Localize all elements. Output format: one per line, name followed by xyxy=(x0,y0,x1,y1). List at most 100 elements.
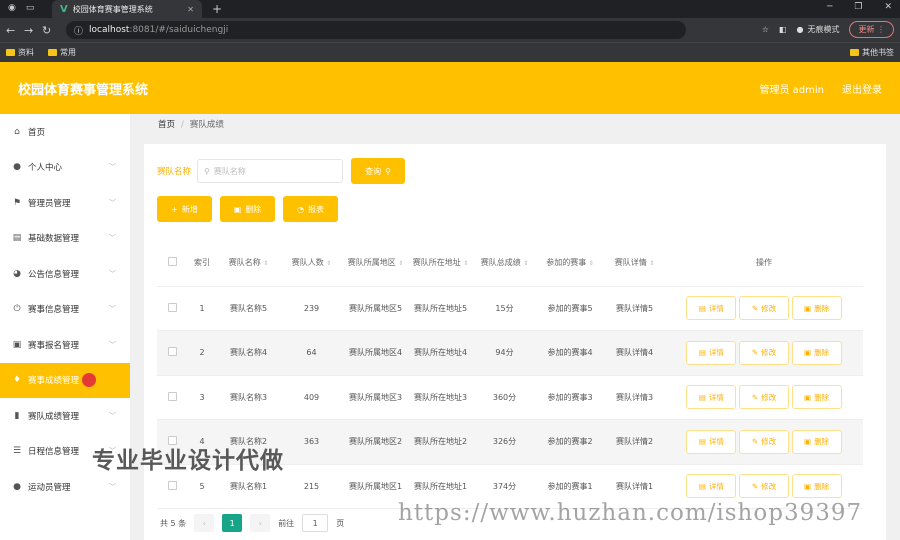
header-name[interactable]: 赛队名称 ⇕ xyxy=(217,240,280,287)
cell-detail: 赛队详情2 xyxy=(604,419,665,465)
sidebar-item-admins[interactable]: ⚑ 管理员管理 ﹀ xyxy=(0,185,130,221)
logout-link[interactable]: 退出登录 xyxy=(842,81,882,96)
new-tab-icon[interactable]: + xyxy=(212,2,222,16)
header-address-label: 赛队所在地址 xyxy=(412,258,461,268)
header-count[interactable]: 赛队人数 ⇕ xyxy=(280,240,343,287)
header-region[interactable]: 赛队所属地区 ⇕ xyxy=(343,240,408,287)
sidebar-item-base-data[interactable]: ▤ 基础数据管理 ﹀ xyxy=(0,221,130,257)
detail-button[interactable]: ▤ 详情 xyxy=(686,385,737,410)
edit-button[interactable]: ✎ 修改 xyxy=(739,474,789,499)
sidebar-item-team-scores[interactable]: ▮ 赛队成绩管理 ﹀ xyxy=(0,398,130,434)
select-all-checkbox[interactable] xyxy=(167,257,177,267)
browser-menu-icon[interactable]: ◉ xyxy=(8,3,16,13)
browser-tab[interactable]: V 校园体育赛事管理系统 ✕ xyxy=(52,0,202,18)
forward-icon[interactable]: → xyxy=(24,24,42,37)
sort-icon[interactable]: ⇕ xyxy=(326,260,331,267)
add-button[interactable]: + 新增 xyxy=(157,196,212,222)
detail-label: 详情 xyxy=(709,348,724,358)
app-title: 校园体育赛事管理系统 xyxy=(18,82,149,98)
page-jump-input[interactable]: 1 xyxy=(302,514,329,532)
url-path: :8081/#/saiduichengji xyxy=(129,25,229,35)
prev-page-button[interactable]: ‹ xyxy=(194,514,215,532)
back-icon[interactable]: ← xyxy=(6,24,24,37)
sidebar-item-event-scores[interactable]: ♦ 赛事成绩管理 xyxy=(0,362,130,398)
row-delete-button[interactable]: ▣ 删除 xyxy=(791,429,842,454)
breadcrumb-home[interactable]: 首页 xyxy=(158,120,175,130)
detail-button[interactable]: ▤ 详情 xyxy=(686,296,737,321)
cell-event: 参加的赛事2 xyxy=(536,419,604,465)
row-select-cell xyxy=(157,286,187,331)
header-address[interactable]: 赛队所在地址 ⇕ xyxy=(408,240,473,287)
close-window-icon[interactable]: ✕ xyxy=(884,2,892,12)
bookmark-star-icon[interactable]: ☆ xyxy=(762,25,769,34)
row-delete-button[interactable]: ▣ 删除 xyxy=(791,474,842,499)
pagination-total: 共 5 条 xyxy=(160,518,187,528)
header-ops: 操作 xyxy=(665,240,863,287)
sidebar-item-profile[interactable]: ● 个人中心 ﹀ xyxy=(0,150,130,186)
cell-event: 参加的赛事3 xyxy=(536,375,604,420)
incognito-indicator[interactable]: ● 无痕模式 xyxy=(796,24,839,35)
sort-icon[interactable]: ⇕ xyxy=(398,260,403,267)
sort-icon[interactable]: ⇕ xyxy=(463,260,468,267)
row-checkbox[interactable] xyxy=(167,347,177,357)
sort-icon[interactable]: ⇕ xyxy=(523,260,528,267)
folder-icon xyxy=(6,49,15,56)
sort-icon[interactable]: ⇕ xyxy=(589,260,594,267)
header-detail[interactable]: 赛队详情 ⇕ xyxy=(604,240,665,287)
detail-button[interactable]: ▤ 详情 xyxy=(686,474,737,499)
row-checkbox[interactable] xyxy=(167,480,177,490)
detail-button[interactable]: ▤ 详情 xyxy=(686,429,737,454)
restore-icon[interactable]: ❐ xyxy=(854,2,862,12)
team-name-search-input[interactable]: ⚲ 赛队名称 xyxy=(197,159,344,183)
row-checkbox[interactable] xyxy=(167,302,177,312)
row-checkbox[interactable] xyxy=(167,391,177,401)
pie-chart-icon: ◔ xyxy=(297,204,304,214)
content-panel: 赛队名称 ⚲ 赛队名称 查询 ⚲ + 新增 ▣ 删除 ◔ 报表 索引 赛队名称 ⇕ 赛队人… xyxy=(144,144,886,540)
side-panel-icon[interactable]: ◧ xyxy=(779,25,787,34)
edit-button[interactable]: ✎ 修改 xyxy=(739,296,789,321)
sort-icon[interactable]: ⇕ xyxy=(263,260,268,267)
cell-count: 64 xyxy=(280,330,343,376)
minimize-icon[interactable]: ─ xyxy=(827,2,832,12)
detail-icon: ▤ xyxy=(698,348,706,358)
row-delete-button[interactable]: ▣ 删除 xyxy=(791,385,842,410)
notice-icon: ◕ xyxy=(13,268,21,279)
cell-index: 3 xyxy=(187,375,217,420)
bookmark-label: 资料 xyxy=(18,48,34,57)
data-icon: ▤ xyxy=(12,233,22,244)
chevron-down-icon: ﹀ xyxy=(109,340,116,349)
chevron-down-icon: ﹀ xyxy=(109,163,116,172)
edit-button[interactable]: ✎ 修改 xyxy=(739,340,789,365)
url-field[interactable]: ⓘ localhost:8081/#/saiduichengji xyxy=(66,21,686,39)
reload-icon[interactable]: ↻ xyxy=(42,24,60,37)
page-number-button[interactable]: 1 xyxy=(222,514,243,532)
header-event[interactable]: 参加的赛事 ⇕ xyxy=(536,240,604,287)
header-score[interactable]: 赛队总成绩 ⇕ xyxy=(473,240,536,287)
sidebar-item-home[interactable]: ⌂ 首页 xyxy=(0,114,130,150)
sidebar-item-notices[interactable]: ◕ 公告信息管理 ﹀ xyxy=(0,256,130,292)
report-label: 报表 xyxy=(307,204,324,214)
row-delete-button[interactable]: ▣ 删除 xyxy=(791,296,842,321)
cell-region: 赛队所属地区2 xyxy=(343,419,408,465)
delete-button[interactable]: ▣ 删除 xyxy=(220,196,275,222)
sidebar-item-events[interactable]: ⏻ 赛事信息管理 ﹀ xyxy=(0,292,130,328)
delete-label: 删除 xyxy=(245,204,262,214)
site-info-icon[interactable]: ⓘ xyxy=(74,24,83,37)
detail-button[interactable]: ▤ 详情 xyxy=(686,340,737,365)
bookmark-folder-2[interactable]: 常用 xyxy=(48,47,76,58)
next-page-button[interactable]: › xyxy=(250,514,271,532)
other-bookmarks[interactable]: 其他书签 xyxy=(850,47,894,58)
report-button[interactable]: ◔ 报表 xyxy=(283,196,338,222)
edit-button[interactable]: ✎ 修改 xyxy=(739,385,789,410)
tab-search-icon[interactable]: ▭ xyxy=(26,3,35,13)
athlete-icon: ● xyxy=(13,481,21,492)
sidebar-item-label: 个人中心 xyxy=(28,163,63,174)
query-button[interactable]: 查询 ⚲ xyxy=(351,158,406,184)
update-button[interactable]: 更新 ⋮ xyxy=(849,21,894,38)
edit-button[interactable]: ✎ 修改 xyxy=(739,429,789,454)
row-delete-button[interactable]: ▣ 删除 xyxy=(791,340,842,365)
sidebar-item-signups[interactable]: ▣ 赛事报名管理 ﹀ xyxy=(0,327,130,363)
tab-close-icon[interactable]: ✕ xyxy=(187,5,194,14)
sort-icon[interactable]: ⇕ xyxy=(649,260,654,267)
bookmark-folder-1[interactable]: 资料 xyxy=(6,47,34,58)
